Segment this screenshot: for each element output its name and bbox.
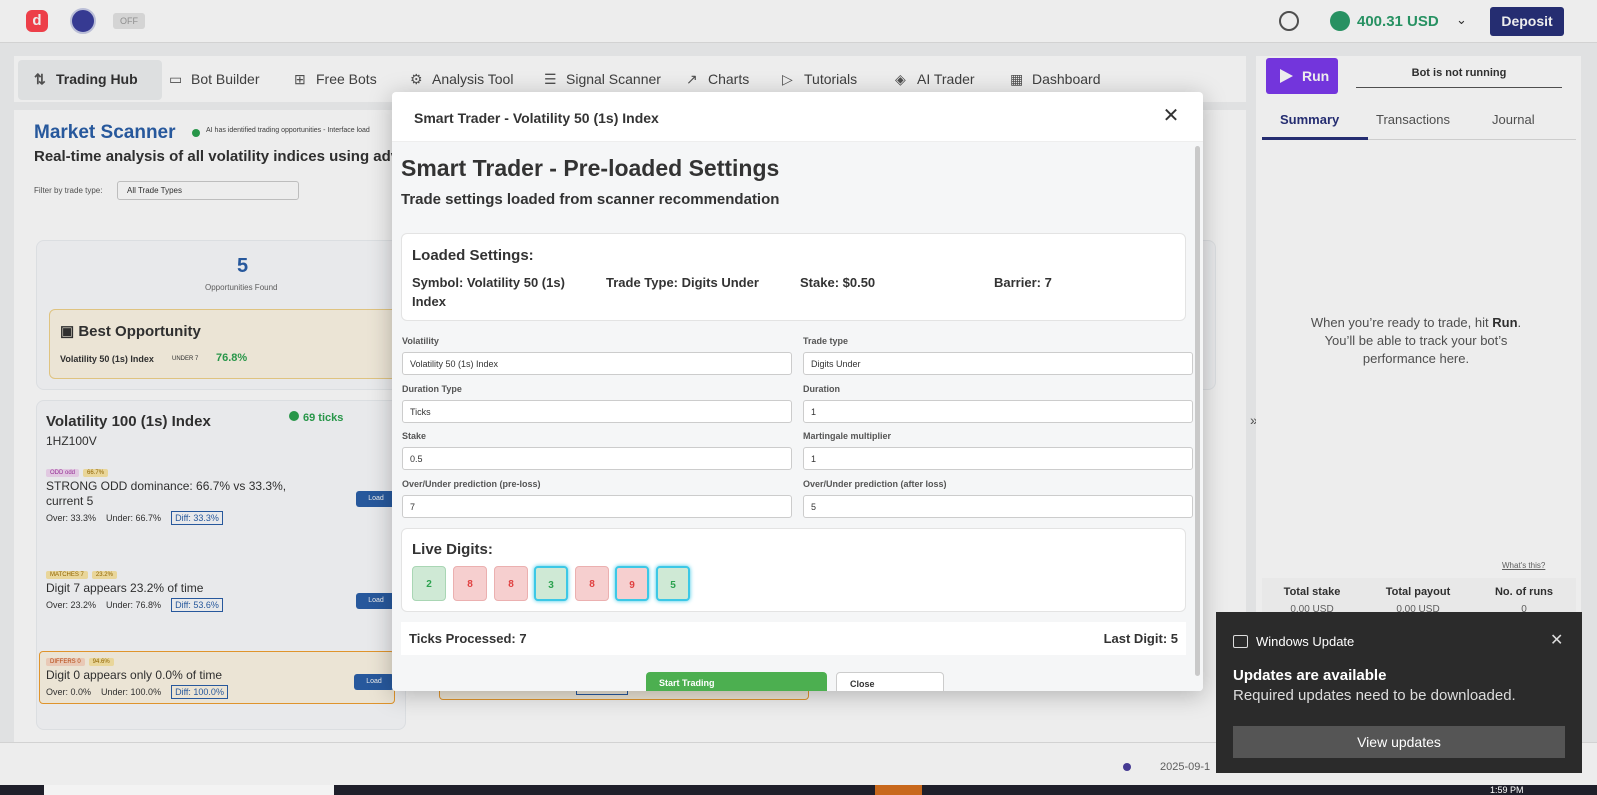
modal-body: Smart Trader - Pre-loaded Settings Trade… — [392, 142, 1203, 691]
duration-type-label: Duration Type — [402, 384, 462, 394]
digit-tile: 9 — [615, 566, 649, 601]
smart-trader-modal: Smart Trader - Volatility 50 (1s) Index … — [392, 92, 1203, 691]
ticks-summary: Ticks Processed: 7 Last Digit: 5 — [401, 622, 1186, 655]
settings-subheading: Trade settings loaded from scanner recom… — [401, 191, 780, 208]
digit-tile: 3 — [534, 566, 568, 601]
loaded-stake: Stake: $0.50 — [800, 275, 876, 290]
last-digit: Last Digit: 5 — [1103, 631, 1178, 646]
taskbar-clock: 1:59 PM — [1490, 785, 1524, 795]
digit-tile: 8 — [494, 566, 528, 601]
stake-input[interactable]: 0.5 — [402, 447, 792, 470]
view-updates-button[interactable]: View updates — [1233, 726, 1565, 758]
modal-header: Smart Trader - Volatility 50 (1s) Index … — [392, 92, 1203, 142]
toast-title: Updates are available — [1233, 667, 1387, 684]
toast-message: Required updates need to be downloaded. — [1233, 687, 1516, 704]
loaded-settings-heading: Loaded Settings: — [412, 247, 534, 264]
digit-tile: 2 — [412, 566, 446, 601]
after-loss-label: Over/Under prediction (after loss) — [803, 479, 947, 489]
after-loss-input[interactable]: 5 — [803, 495, 1193, 518]
trade-type-select[interactable]: Digits Under — [803, 352, 1193, 375]
toast-app-name: Windows Update — [1256, 634, 1355, 649]
martingale-input[interactable]: 1 — [803, 447, 1193, 470]
volatility-select[interactable]: Volatility 50 (1s) Index — [402, 352, 792, 375]
duration-input[interactable]: 1 — [803, 400, 1193, 423]
stake-label: Stake — [402, 431, 427, 441]
live-digits-heading: Live Digits: — [412, 541, 493, 558]
martingale-label: Martingale multiplier — [803, 431, 892, 441]
volatility-label: Volatility — [402, 336, 439, 346]
modal-scrollbar[interactable] — [1195, 146, 1200, 676]
close-icon[interactable]: ✕ — [1160, 105, 1182, 127]
digit-tile: 8 — [453, 566, 487, 601]
settings-heading: Smart Trader - Pre-loaded Settings — [401, 155, 780, 181]
taskbar-app-icon[interactable] — [875, 785, 922, 795]
digit-tile: 5 — [656, 566, 690, 601]
windows-update-icon — [1233, 635, 1248, 648]
start-trading-button[interactable]: Start Trading — [646, 672, 827, 691]
loaded-symbol: Symbol: Volatility 50 (1s) Index — [412, 275, 565, 309]
windows-update-toast: Windows Update ✕ Updates are available R… — [1216, 612, 1582, 773]
live-digits-card: Live Digits: 2 8 8 3 8 9 5 — [401, 528, 1186, 612]
modal-title: Smart Trader - Volatility 50 (1s) Index — [414, 110, 659, 126]
loaded-barrier: Barrier: 7 — [994, 275, 1052, 290]
ticks-processed: Ticks Processed: 7 — [409, 631, 527, 646]
trade-type-label: Trade type — [803, 336, 849, 346]
os-taskbar: 1:59 PM — [0, 785, 1597, 795]
taskbar-search[interactable] — [44, 785, 334, 795]
close-button[interactable]: Close — [836, 672, 944, 691]
duration-type-select[interactable]: Ticks — [402, 400, 792, 423]
close-icon[interactable]: ✕ — [1550, 630, 1563, 650]
pre-loss-label: Over/Under prediction (pre-loss) — [402, 479, 541, 489]
pre-loss-input[interactable]: 7 — [402, 495, 792, 518]
loaded-settings-card: Loaded Settings: Symbol: Volatility 50 (… — [401, 233, 1186, 321]
loaded-trade-type: Trade Type: Digits Under — [606, 275, 759, 290]
duration-label: Duration — [803, 384, 840, 394]
digit-tile: 8 — [575, 566, 609, 601]
